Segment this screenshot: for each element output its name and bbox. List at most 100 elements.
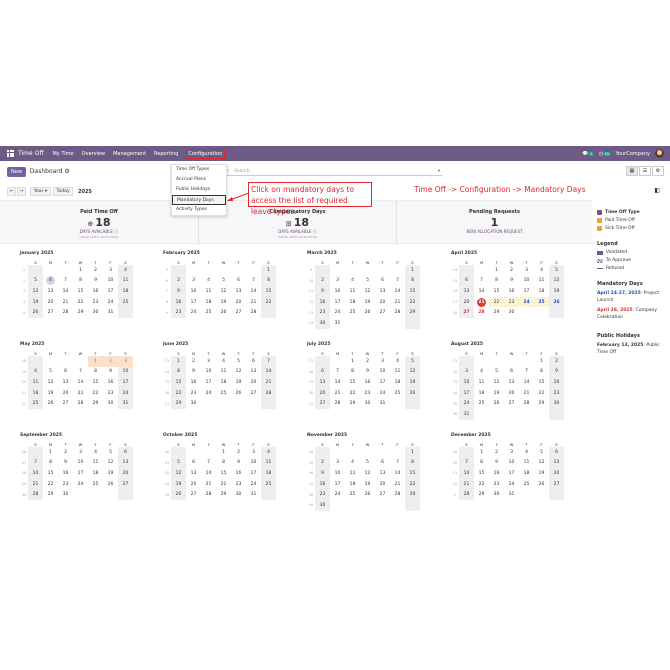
- calendar-day[interactable]: 18: [534, 286, 549, 297]
- calendar-day[interactable]: 7: [73, 367, 88, 378]
- calendar-day[interactable]: 2: [549, 356, 564, 367]
- calendar-day[interactable]: 18: [261, 468, 276, 479]
- calendar-day[interactable]: 30: [315, 499, 330, 511]
- calendar-day[interactable]: 1: [345, 356, 360, 367]
- calendar-day[interactable]: 4: [519, 447, 534, 458]
- calendar-day[interactable]: 27: [231, 307, 246, 318]
- calendar-day[interactable]: 14: [519, 377, 534, 388]
- calendar-day[interactable]: 12: [28, 286, 43, 297]
- calendar-day[interactable]: 31: [504, 489, 519, 500]
- calendar-day[interactable]: 5: [360, 458, 375, 469]
- calendar-day[interactable]: 25: [534, 296, 549, 308]
- calendar-day[interactable]: 28: [28, 489, 43, 500]
- calendar-day[interactable]: 15: [489, 286, 504, 297]
- calendar-day[interactable]: 31: [330, 318, 345, 329]
- calendar-day[interactable]: 6: [375, 458, 390, 469]
- calendar-day[interactable]: 20: [375, 479, 390, 490]
- calendar-day[interactable]: 7: [390, 458, 405, 469]
- menu-item-public-holidays[interactable]: Public Holidays: [172, 185, 226, 195]
- calendar-day[interactable]: 4: [216, 356, 231, 367]
- calendar-day[interactable]: 31: [246, 489, 261, 500]
- calendar-day[interactable]: 3: [246, 447, 261, 458]
- calendar-day[interactable]: 28: [390, 307, 405, 318]
- calendar-day[interactable]: 15: [216, 468, 231, 479]
- calendar-day[interactable]: 6: [231, 276, 246, 287]
- calendar-day[interactable]: 13: [504, 377, 519, 388]
- calendar-day[interactable]: 17: [459, 387, 474, 399]
- calendar-day[interactable]: 2: [103, 356, 118, 367]
- calendar-day[interactable]: 19: [43, 388, 58, 399]
- calendar-day[interactable]: 23: [504, 296, 519, 308]
- calendar-day[interactable]: 10: [103, 276, 118, 287]
- calendar-day[interactable]: 2: [489, 447, 504, 458]
- calendar-day[interactable]: 10: [118, 366, 133, 378]
- calendar-day[interactable]: 11: [216, 367, 231, 378]
- calendar-day[interactable]: 6: [246, 356, 261, 367]
- calendar-day[interactable]: 15: [405, 286, 420, 297]
- calendar-day[interactable]: 28: [201, 489, 216, 500]
- calendar-day[interactable]: 19: [231, 377, 246, 388]
- calendar-day[interactable]: 26: [216, 307, 231, 318]
- calendar-day[interactable]: 25: [519, 479, 534, 490]
- calendar-day[interactable]: 2: [315, 275, 330, 287]
- calendar-day[interactable]: 30: [231, 489, 246, 500]
- calendar-day[interactable]: 21: [261, 377, 276, 388]
- calendar-day[interactable]: 10: [459, 377, 474, 388]
- calendar-day[interactable]: 22: [405, 296, 420, 308]
- calendar-day[interactable]: 10: [186, 286, 201, 297]
- calendar-day[interactable]: 27: [186, 489, 201, 500]
- calendar-day[interactable]: 14: [474, 286, 489, 297]
- calendar-day[interactable]: 30: [103, 398, 118, 409]
- calendar-day[interactable]: 5: [231, 356, 246, 367]
- calendar-day[interactable]: 25: [118, 296, 133, 308]
- calendar-day[interactable]: 7: [390, 276, 405, 287]
- calendar-day[interactable]: 24: [186, 307, 201, 318]
- calendar-day[interactable]: 7: [261, 356, 276, 367]
- calendar-day[interactable]: 11: [345, 468, 360, 479]
- calendar-day[interactable]: 13: [375, 286, 390, 297]
- calendar-day[interactable]: 7: [246, 276, 261, 287]
- calendar-day[interactable]: 27: [549, 478, 564, 490]
- calendar-day[interactable]: 16: [360, 377, 375, 388]
- calendar-day[interactable]: 11: [534, 276, 549, 287]
- calendar-day[interactable]: 10: [330, 286, 345, 297]
- avatar[interactable]: [655, 149, 664, 158]
- app-name[interactable]: Time Off: [18, 150, 43, 157]
- calendar-day[interactable]: 28: [474, 307, 489, 318]
- calendar-day[interactable]: 15: [43, 468, 58, 479]
- calendar-day[interactable]: 19: [549, 286, 564, 297]
- card-compensatory-days[interactable]: Compensatory Days ⊞ 18 DAYS AVAILABLE ⓘ (…: [199, 201, 396, 245]
- calendar-day[interactable]: 25: [474, 398, 489, 409]
- calendar-day[interactable]: 28: [73, 398, 88, 409]
- calendar-day[interactable]: 2: [88, 265, 103, 276]
- calendar-day[interactable]: 24: [459, 398, 474, 409]
- calendar-day[interactable]: 22: [216, 479, 231, 490]
- calendar-day[interactable]: 22: [43, 479, 58, 490]
- calendar-day[interactable]: 15: [534, 377, 549, 388]
- calendar-day[interactable]: 21: [201, 479, 216, 490]
- calendar-day[interactable]: 10: [246, 458, 261, 469]
- calendar-day[interactable]: 1: [261, 265, 276, 276]
- calendar-day[interactable]: 27: [375, 489, 390, 500]
- calendar-day[interactable]: 28: [58, 307, 73, 318]
- calendar-day[interactable]: 16: [58, 468, 73, 479]
- menu-item-activity-types[interactable]: Activity Types: [172, 205, 226, 215]
- calendar-day[interactable]: 25: [345, 489, 360, 500]
- search-options-icon[interactable]: ▾: [438, 167, 440, 176]
- calendar-day[interactable]: 9: [171, 286, 186, 297]
- calendar-day[interactable]: 14: [261, 366, 276, 378]
- calendar-day[interactable]: 25: [201, 307, 216, 318]
- card-paid-time-off[interactable]: Paid Time Off ⊕ 18 DAYS AVAILABLE ⓘ (VALI…: [0, 201, 198, 245]
- calendar-day[interactable]: 16: [186, 377, 201, 388]
- calendar-day[interactable]: 26: [549, 296, 564, 308]
- calendar-day[interactable]: 2: [58, 447, 73, 458]
- calendar-day[interactable]: 3: [504, 447, 519, 458]
- calendar-day[interactable]: 19: [103, 468, 118, 479]
- calendar-day[interactable]: 27: [246, 388, 261, 399]
- calendar-day[interactable]: 20: [43, 297, 58, 308]
- calendar-day[interactable]: 15: [345, 377, 360, 388]
- calendar-day[interactable]: 8: [489, 276, 504, 287]
- calendar-day[interactable]: 29: [489, 307, 504, 318]
- calendar-day[interactable]: 8: [43, 458, 58, 469]
- calendar-day[interactable]: 1: [171, 356, 186, 367]
